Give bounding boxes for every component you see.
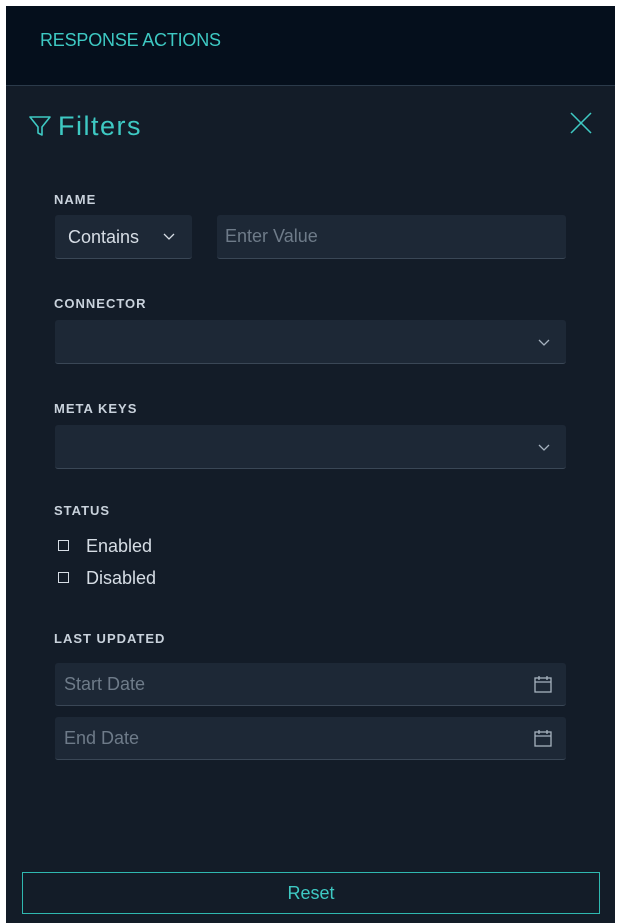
filters-title: Filters [58,111,142,141]
end-date-input[interactable] [55,717,566,760]
status-enabled-label: Enabled [86,536,153,556]
start-date-input[interactable] [55,663,566,706]
reset-button[interactable]: Reset [22,872,600,914]
checkbox-box[interactable] [58,572,69,583]
chevron-down-icon [163,233,175,240]
status-disabled-label: Disabled [86,568,157,588]
last-updated-label: LAST UPDATED [54,631,166,646]
filters-header: Filters [6,86,615,166]
filter-panel: RESPONSE ACTIONS Filters NAME Contains C… [6,6,615,923]
filter-funnel-icon [29,116,51,136]
name-label: NAME [54,192,97,207]
name-operator-value: Contains [68,227,140,247]
chevron-down-icon [538,339,550,346]
meta-keys-label: META KEYS [54,401,138,416]
chevron-down-icon [538,444,550,451]
meta-keys-select[interactable] [55,425,566,469]
connector-select[interactable] [55,320,566,364]
top-bar: RESPONSE ACTIONS [6,6,615,86]
close-icon[interactable] [569,111,593,135]
name-value-input[interactable] [217,215,566,259]
page-title: RESPONSE ACTIONS [40,30,221,50]
connector-label: CONNECTOR [54,296,147,311]
status-label: STATUS [54,503,111,518]
name-operator-select[interactable]: Contains [55,215,192,259]
calendar-icon[interactable] [533,674,553,694]
calendar-icon[interactable] [533,728,553,748]
checkbox-box[interactable] [58,540,69,551]
